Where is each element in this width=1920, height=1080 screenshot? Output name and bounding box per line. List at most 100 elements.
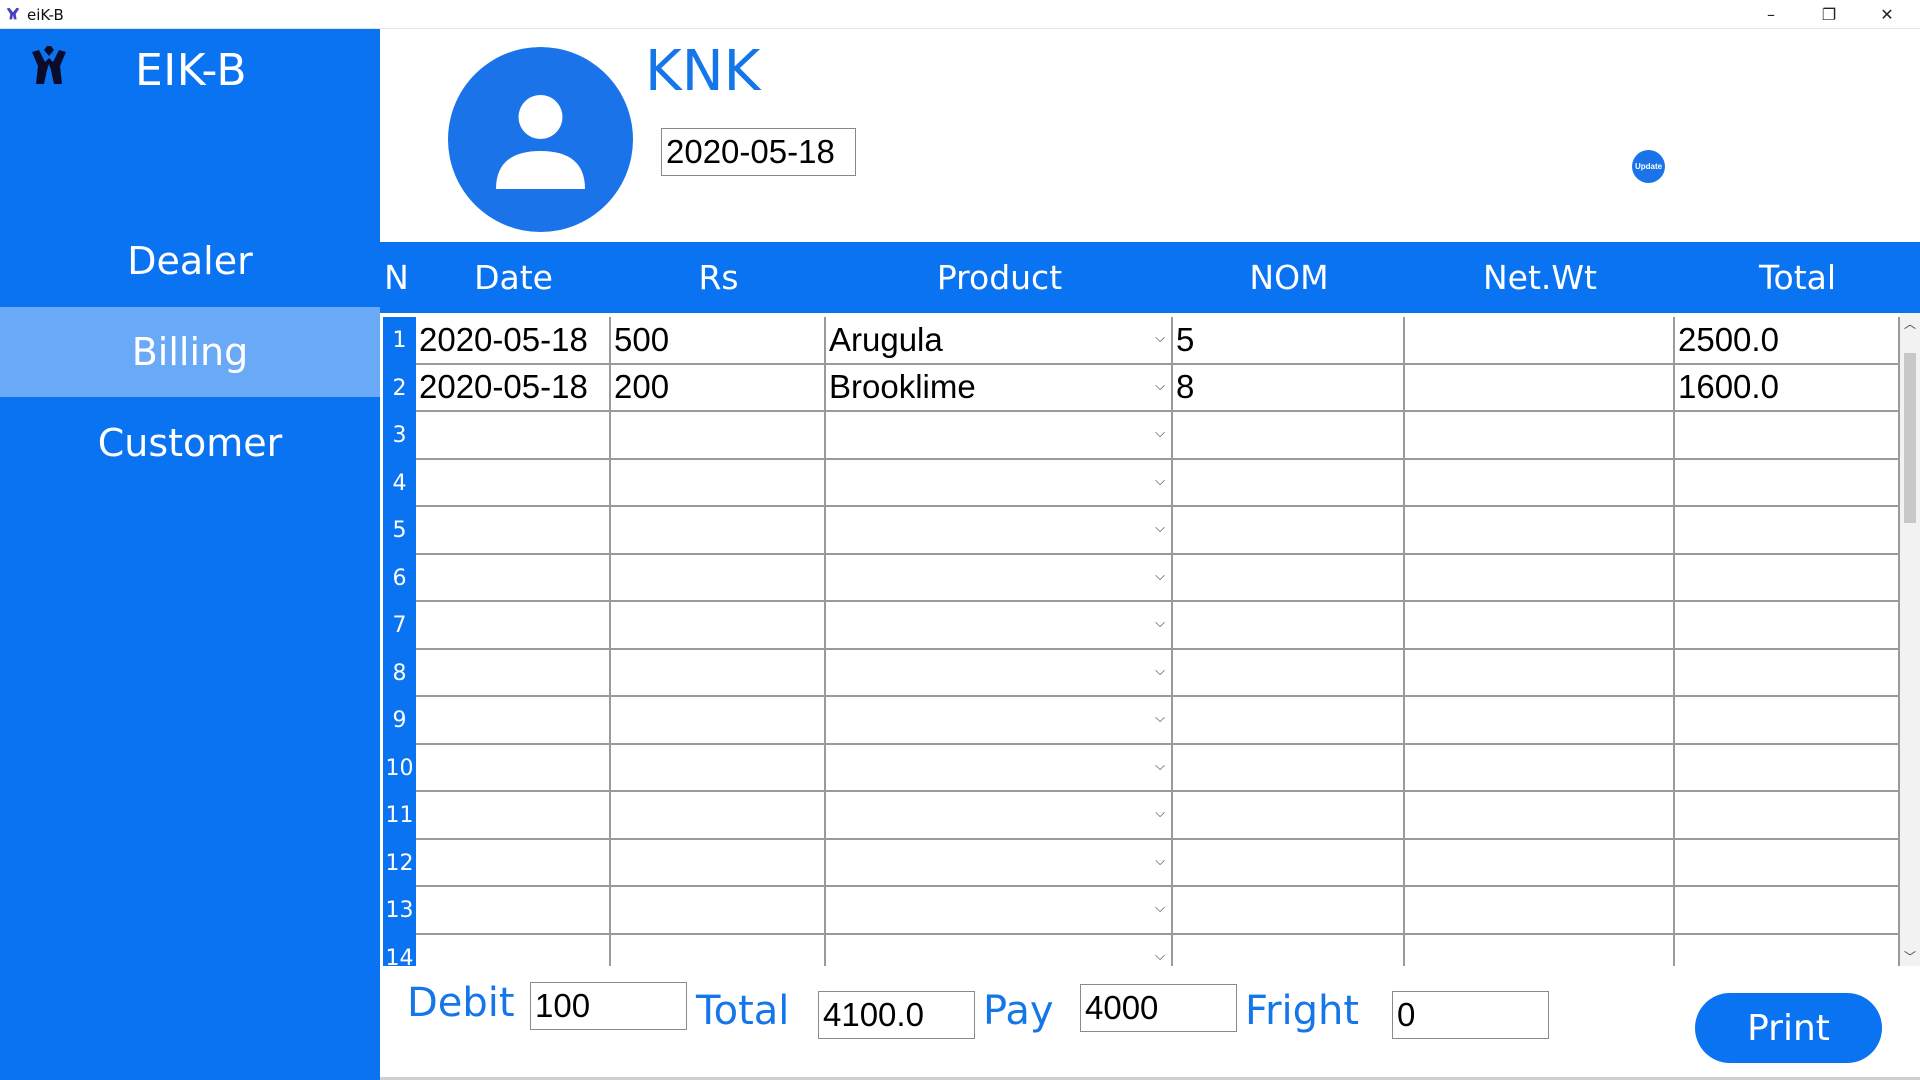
dropdown-caret-icon[interactable]: ⌵	[1155, 569, 1165, 584]
cell-product[interactable]: ⌵	[826, 649, 1173, 697]
cell-nom[interactable]	[1173, 554, 1405, 602]
dropdown-caret-icon[interactable]: ⌵	[1155, 711, 1165, 726]
cell-date[interactable]	[416, 412, 611, 460]
cell-nom[interactable]	[1173, 839, 1405, 887]
cell-total[interactable]	[1675, 412, 1900, 460]
cell-date[interactable]	[416, 554, 611, 602]
dropdown-caret-icon[interactable]: ⌵	[1155, 474, 1165, 489]
cell-netwt[interactable]	[1405, 697, 1675, 745]
cell-total[interactable]	[1675, 507, 1900, 555]
scroll-up-icon[interactable]: ︿	[1900, 313, 1920, 333]
cell-nom[interactable]	[1173, 887, 1405, 935]
cell-total[interactable]	[1675, 649, 1900, 697]
cell-date[interactable]	[416, 459, 611, 507]
cell-rs[interactable]	[611, 792, 826, 840]
dropdown-caret-icon[interactable]: ⌵	[1155, 901, 1165, 916]
cell-netwt[interactable]	[1405, 317, 1675, 365]
cell-netwt[interactable]	[1405, 364, 1675, 412]
cell-netwt[interactable]	[1405, 744, 1675, 792]
scroll-thumb[interactable]	[1904, 353, 1916, 523]
cell-nom[interactable]	[1173, 697, 1405, 745]
cell-total[interactable]: 2500.0	[1675, 317, 1900, 365]
dropdown-caret-icon[interactable]: ⌵	[1155, 521, 1165, 536]
cell-total[interactable]	[1675, 744, 1900, 792]
cell-rs[interactable]: 500	[611, 317, 826, 365]
cell-date[interactable]	[416, 744, 611, 792]
restore-button[interactable]: ❐	[1800, 0, 1858, 29]
cell-netwt[interactable]	[1405, 792, 1675, 840]
cell-rs[interactable]	[611, 507, 826, 555]
sidebar-item-dealer[interactable]: Dealer	[0, 216, 380, 306]
cell-total[interactable]	[1675, 887, 1900, 935]
cell-rs[interactable]	[611, 412, 826, 460]
cell-total[interactable]	[1675, 554, 1900, 602]
cell-date[interactable]	[416, 792, 611, 840]
dropdown-caret-icon[interactable]: ⌵	[1155, 806, 1165, 821]
cell-nom[interactable]	[1173, 934, 1405, 966]
cell-product[interactable]: ⌵	[826, 839, 1173, 887]
cell-rs[interactable]	[611, 602, 826, 650]
cell-rs[interactable]: 200	[611, 364, 826, 412]
cell-nom[interactable]	[1173, 507, 1405, 555]
cell-nom[interactable]: 5	[1173, 317, 1405, 365]
cell-date[interactable]	[416, 507, 611, 555]
cell-rs[interactable]	[611, 839, 826, 887]
total-field[interactable]	[818, 991, 975, 1039]
cell-netwt[interactable]	[1405, 507, 1675, 555]
cell-netwt[interactable]	[1405, 839, 1675, 887]
cell-total[interactable]	[1675, 792, 1900, 840]
cell-date[interactable]: 2020-05-18	[416, 364, 611, 412]
cell-rs[interactable]	[611, 744, 826, 792]
cell-date[interactable]	[416, 839, 611, 887]
cell-netwt[interactable]	[1405, 934, 1675, 966]
dropdown-caret-icon[interactable]: ⌵	[1155, 854, 1165, 869]
cell-netwt[interactable]	[1405, 554, 1675, 602]
close-button[interactable]: ✕	[1858, 0, 1916, 29]
cell-total[interactable]: 1600.0	[1675, 364, 1900, 412]
cell-nom[interactable]: 8	[1173, 364, 1405, 412]
cell-netwt[interactable]	[1405, 412, 1675, 460]
cell-date[interactable]	[416, 649, 611, 697]
cell-date[interactable]	[416, 887, 611, 935]
dropdown-caret-icon[interactable]: ⌵	[1155, 949, 1165, 964]
pay-field[interactable]	[1080, 984, 1237, 1032]
fright-field[interactable]	[1392, 991, 1549, 1039]
sidebar-item-customer[interactable]: Customer	[0, 398, 380, 488]
cell-total[interactable]	[1675, 934, 1900, 966]
dropdown-caret-icon[interactable]: ⌵	[1155, 379, 1165, 394]
cell-product[interactable]: Arugula ⌵	[826, 317, 1173, 365]
cell-rs[interactable]	[611, 934, 826, 966]
cell-product[interactable]: ⌵	[826, 507, 1173, 555]
cell-total[interactable]	[1675, 697, 1900, 745]
cell-product[interactable]: ⌵	[826, 459, 1173, 507]
cell-nom[interactable]	[1173, 459, 1405, 507]
cell-rs[interactable]	[611, 697, 826, 745]
dropdown-caret-icon[interactable]: ⌵	[1155, 331, 1165, 346]
cell-rs[interactable]	[611, 554, 826, 602]
cell-nom[interactable]	[1173, 744, 1405, 792]
dropdown-caret-icon[interactable]: ⌵	[1155, 426, 1165, 441]
sidebar-item-billing[interactable]: Billing	[0, 307, 380, 397]
update-button[interactable]: Update	[1632, 150, 1665, 183]
cell-nom[interactable]	[1173, 792, 1405, 840]
cell-total[interactable]	[1675, 602, 1900, 650]
cell-nom[interactable]	[1173, 649, 1405, 697]
cell-rs[interactable]	[611, 887, 826, 935]
cell-product[interactable]: ⌵	[826, 554, 1173, 602]
scroll-down-icon[interactable]: ﹀	[1900, 946, 1920, 966]
cell-rs[interactable]	[611, 649, 826, 697]
debit-field[interactable]	[530, 982, 687, 1030]
cell-netwt[interactable]	[1405, 602, 1675, 650]
cell-nom[interactable]	[1173, 602, 1405, 650]
cell-netwt[interactable]	[1405, 459, 1675, 507]
cell-product[interactable]: ⌵	[826, 934, 1173, 966]
cell-date[interactable]	[416, 934, 611, 966]
cell-product[interactable]: Brooklime ⌵	[826, 364, 1173, 412]
date-field[interactable]	[661, 128, 856, 176]
print-button[interactable]: Print	[1695, 993, 1882, 1063]
cell-product[interactable]: ⌵	[826, 887, 1173, 935]
table-scrollbar[interactable]: ︿ ﹀	[1900, 313, 1920, 966]
cell-netwt[interactable]	[1405, 649, 1675, 697]
cell-netwt[interactable]	[1405, 887, 1675, 935]
cell-total[interactable]	[1675, 839, 1900, 887]
